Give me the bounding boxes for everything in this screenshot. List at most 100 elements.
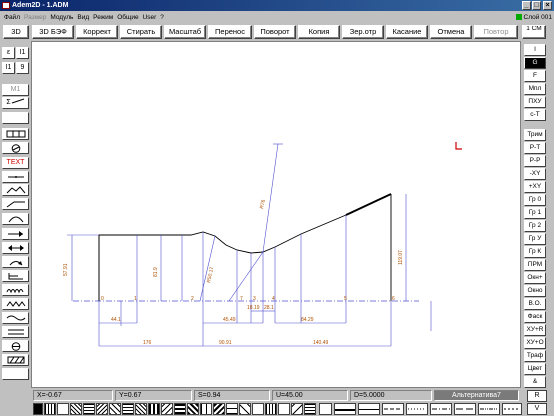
tool-3d[interactable]: 3D [3,25,29,39]
left-tool-circle-hatch[interactable] [2,142,29,154]
left-tool-lines[interactable] [2,326,29,338]
line-style-dash-dot[interactable] [430,403,452,415]
left-tool-ramp[interactable] [2,198,29,210]
left-tool-arc-arrow[interactable] [2,256,29,268]
drawing-canvas[interactable]: 57.91 81.9 R50.17 R76 119.07 44.1 176 90… [31,41,521,388]
status-alternative[interactable]: Альтернатива7 [434,390,519,401]
line-style-dash[interactable] [382,403,404,415]
tool-move[interactable]: Перенос [208,25,252,39]
left-tool-arrow-right[interactable] [2,228,29,240]
hatch-diagonal-back[interactable] [96,403,108,415]
line-style-fine-dash[interactable] [502,403,522,415]
right-tool-chamfer[interactable]: Фаск [524,311,546,323]
right-tool-r-r[interactable]: Р-Р [524,155,546,167]
right-tool-prm[interactable]: ПРМ [524,259,546,271]
line-style-blank[interactable] [319,403,332,415]
tool-redo[interactable]: Повтор [474,25,518,39]
right-tool-window[interactable]: Окно [524,285,546,297]
line-style-dot[interactable] [406,403,428,415]
left-tool-text[interactable]: TEXT [2,157,29,169]
left-tool-9[interactable]: 9 [16,62,29,74]
left-tool-bracket[interactable] [2,270,29,282]
toggle-v[interactable]: V [527,403,547,415]
left-tool-grid[interactable] [2,128,29,140]
tool-mirror[interactable]: Зер.отр [342,25,384,39]
minimize-button[interactable]: _ [522,1,531,10]
right-tool-gr-k[interactable]: Гр К [524,246,546,258]
line-style-long-dash[interactable] [454,403,476,415]
menu-view[interactable]: Вид [77,14,89,21]
left-tool-arc[interactable] [2,213,29,225]
tool-rotate[interactable]: Поворот [254,25,296,39]
hatch-mixed-2[interactable] [304,403,316,415]
right-tool-f[interactable]: F [524,70,546,82]
menu-user[interactable]: User [143,14,157,21]
hatch-empty[interactable] [57,403,69,415]
left-tool-mountain[interactable] [2,184,29,196]
line-style-thick[interactable] [334,403,356,415]
right-tool-color[interactable]: Цвет [524,363,546,375]
menu-file[interactable]: Файл [4,14,20,21]
hatch-wide-back[interactable] [291,403,303,415]
tool-undo[interactable]: Отмена [430,25,472,39]
line-style-thin[interactable] [358,403,380,415]
close-button[interactable]: × [543,1,552,10]
hatch-horizontal[interactable] [122,403,134,415]
right-tool-i[interactable]: I [524,44,546,56]
hatch-wide-horizontal[interactable] [226,403,238,415]
menu-help[interactable]: ? [160,14,164,21]
maximize-button[interactable]: □ [532,1,541,10]
left-tool-zigzag[interactable] [2,298,29,310]
hatch-diagonal[interactable] [70,403,82,415]
right-tool-gr2[interactable]: Гр 2 [524,220,546,232]
menu-size[interactable]: Размер [24,14,46,21]
right-tool-pxy[interactable]: ПХУ [524,96,546,108]
right-tool-xy-r[interactable]: ХУ+R [524,324,546,336]
left-tool-i1-b[interactable]: I1 [2,62,15,74]
hatch-bold-horizontal[interactable] [174,403,186,415]
left-tool-blank[interactable] [2,112,29,124]
hatch-sparse[interactable] [109,403,121,415]
right-tool-c-t[interactable]: с-Т [524,109,546,121]
hatch-bold-vertical[interactable] [148,403,160,415]
right-tool-plus-xy[interactable]: +XY [524,181,546,193]
right-tool-xy-o[interactable]: ХУ+О [524,337,546,349]
hatch-bold-back[interactable] [213,403,225,415]
hatch-sparse-back[interactable] [161,403,173,415]
tool-correct[interactable]: Коррект [76,25,118,39]
hatch-grid[interactable] [83,403,95,415]
menu-mode[interactable]: Режим [93,14,113,21]
right-tool-trim[interactable]: Трим [524,129,546,141]
left-tool-wave[interactable] [2,312,29,324]
right-tool-vo[interactable]: В.О. [524,298,546,310]
right-tool-mpl[interactable]: Мпл [524,83,546,95]
tool-copy[interactable]: Копия [298,25,340,39]
hatch-solid[interactable] [33,403,43,415]
right-tool-minus-xy[interactable]: -XY [524,168,546,180]
hatch-wide-vertical[interactable] [200,403,212,415]
left-tool-circle[interactable] [2,340,29,352]
right-tool-gr0[interactable]: Гр 0 [524,194,546,206]
snap-size-indicator[interactable]: 1 СМ [522,25,546,39]
hatch-mixed[interactable] [265,403,277,415]
tool-erase[interactable]: Стирать [120,25,162,39]
right-tool-gr1[interactable]: Гр 1 [524,207,546,219]
hatch-empty-3[interactable] [278,403,290,415]
right-tool-traf[interactable]: Траф [524,350,546,362]
left-tool-epsilon[interactable]: ε [2,47,15,59]
hatch-vertical[interactable] [44,403,56,415]
left-tool-sigma[interactable]: Σ [2,97,29,109]
line-style-dash-dot-dot[interactable] [478,403,500,415]
left-tool-spring[interactable] [2,284,29,296]
right-tool-ampersand[interactable]: & [524,376,546,388]
menu-module[interactable]: Модуль [50,14,73,21]
tool-scale[interactable]: Масштаб [164,25,206,39]
hatch-cross[interactable] [135,403,147,415]
hatch-bold-diagonal[interactable] [187,403,199,415]
right-tool-gr-u[interactable]: Гр У [524,233,546,245]
left-tool-line[interactable] [2,171,29,183]
tool-3d-bef[interactable]: 3D БЭФ [32,25,74,39]
left-tool-arrow-both[interactable] [2,242,29,254]
hatch-wide-diagonal[interactable] [239,403,251,415]
layer-indicator[interactable]: Слой 001 [515,13,552,22]
